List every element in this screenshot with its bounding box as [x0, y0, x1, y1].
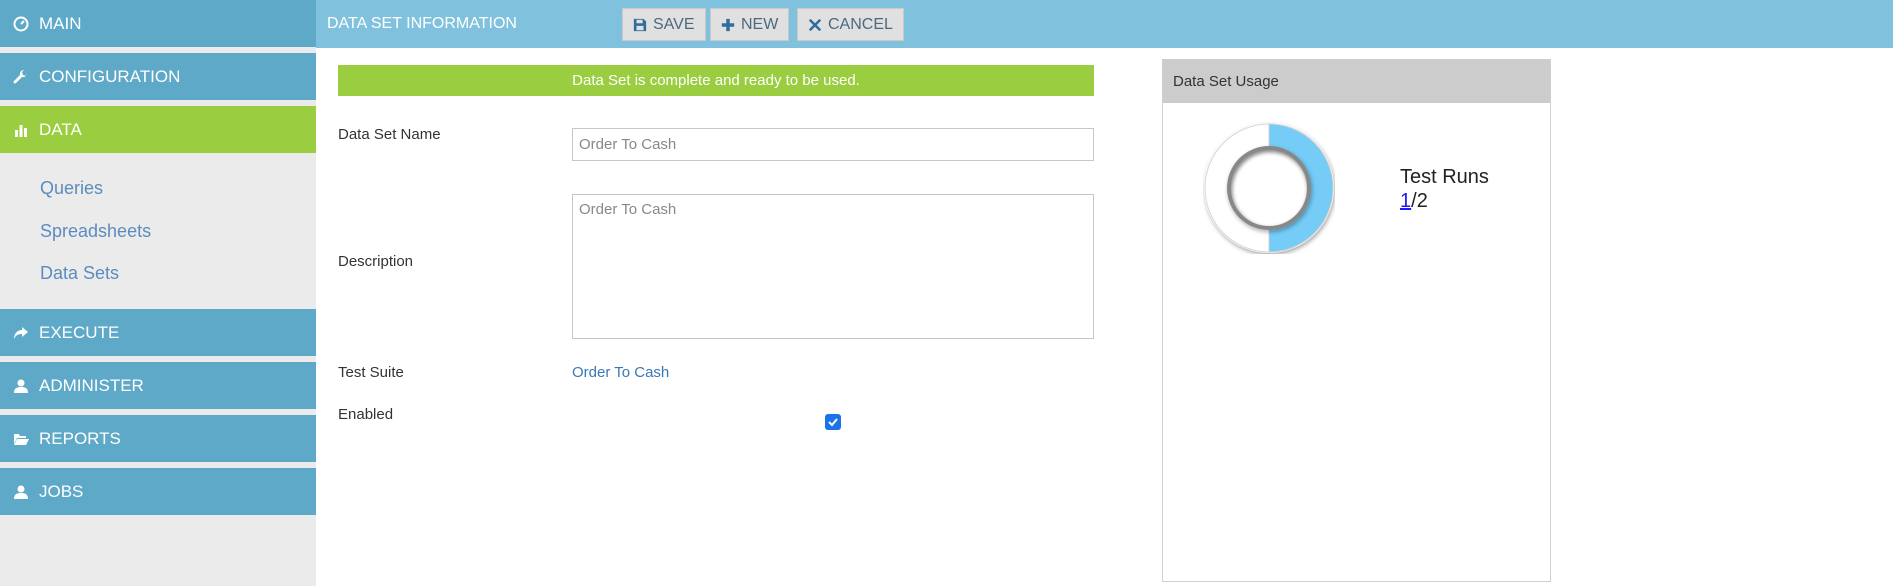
- toolbar: DATA SET INFORMATION SAVE NEW CANCEL: [316, 0, 1893, 48]
- close-icon: [808, 18, 822, 31]
- bar-chart-icon: [12, 121, 30, 139]
- dashboard-icon: [12, 15, 30, 33]
- nav-reports[interactable]: REPORTS: [0, 415, 316, 462]
- sidebar-item-spreadsheets[interactable]: Spreadsheets: [40, 221, 151, 242]
- test-runs-used-link[interactable]: 1: [1400, 190, 1411, 212]
- enabled-label: Enabled: [338, 406, 394, 423]
- save-button[interactable]: SAVE: [622, 8, 706, 41]
- page-title: DATA SET INFORMATION: [327, 15, 517, 32]
- status-alert: Data Set is complete and ready to be use…: [338, 65, 1094, 96]
- cancel-button[interactable]: CANCEL: [797, 8, 904, 41]
- save-button-label: SAVE: [653, 15, 695, 33]
- nav-configuration-label: CONFIGURATION: [39, 66, 181, 86]
- data-set-usage-panel: Data Set Usage Test Runs 1/2: [1162, 59, 1551, 582]
- test-runs-label: Test Runs: [1400, 166, 1489, 188]
- donut-inner-ring: [1227, 146, 1311, 230]
- usage-donut-chart: [1204, 123, 1334, 253]
- nav-execute-label: EXECUTE: [39, 322, 120, 342]
- nav-administer-label: ADMINISTER: [39, 375, 144, 395]
- panel-title: Data Set Usage: [1163, 60, 1550, 103]
- nav-data[interactable]: DATA: [0, 106, 316, 153]
- sidebar-item-queries[interactable]: Queries: [40, 178, 103, 199]
- cancel-button-label: CANCEL: [828, 15, 893, 33]
- nav-jobs-label: JOBS: [39, 481, 84, 501]
- nav-main[interactable]: MAIN: [0, 0, 316, 47]
- test-runs-total: 2: [1416, 190, 1428, 212]
- test-runs-value: 1/2: [1400, 190, 1428, 213]
- check-icon: [828, 418, 838, 427]
- user-icon: [12, 377, 30, 395]
- sidebar-item-data-sets[interactable]: Data Sets: [40, 263, 119, 284]
- plus-icon: [721, 18, 735, 31]
- test-suite-label: Test Suite: [338, 364, 404, 381]
- floppy-disk-icon: [633, 18, 647, 31]
- share-arrow-icon: [12, 324, 30, 342]
- donut-used-segment: [1268, 123, 1334, 253]
- description-label: Description: [338, 253, 414, 270]
- wrench-icon: [12, 68, 30, 86]
- sidebar: MAIN CONFIGURATION DATA Queries Spreadsh…: [0, 0, 316, 586]
- enabled-checkbox[interactable]: [825, 414, 841, 430]
- nav-reports-label: REPORTS: [39, 428, 121, 448]
- nav-jobs[interactable]: JOBS: [0, 468, 316, 515]
- nav-configuration[interactable]: CONFIGURATION: [0, 53, 316, 100]
- data-set-name-input[interactable]: [572, 128, 1094, 161]
- description-textarea[interactable]: Order To Cash: [572, 194, 1094, 339]
- nav-execute[interactable]: EXECUTE: [0, 309, 316, 356]
- user-icon: [12, 483, 30, 501]
- test-suite-link[interactable]: Order To Cash: [572, 364, 669, 381]
- folder-open-icon: [12, 430, 30, 448]
- new-button-label: NEW: [741, 15, 779, 33]
- data-set-name-label: Data Set Name: [338, 126, 441, 143]
- new-button[interactable]: NEW: [710, 8, 790, 41]
- nav-data-label: DATA: [39, 119, 82, 139]
- nav-main-label: MAIN: [39, 13, 82, 33]
- nav-administer[interactable]: ADMINISTER: [0, 362, 316, 409]
